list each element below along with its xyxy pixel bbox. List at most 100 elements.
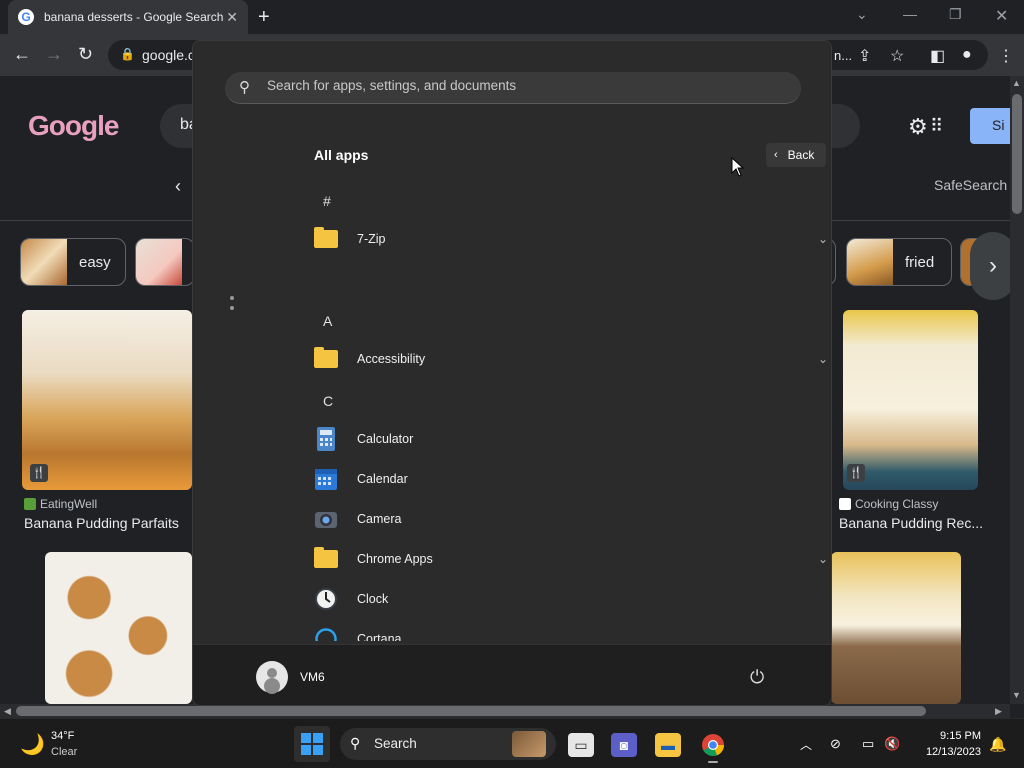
all-apps-list[interactable]: # 7-Zip ⌄ A Accessibility ⌄ C Calculator… — [303, 179, 831, 641]
side-panel-icon[interactable]: ◧ — [930, 46, 945, 66]
close-window-button[interactable]: ✕ — [995, 6, 1008, 26]
mouse-cursor-icon — [731, 157, 745, 177]
result-image-parfaits[interactable] — [22, 310, 192, 490]
app-chrome-apps[interactable]: Chrome Apps ⌄ — [313, 539, 831, 579]
letter-header-a[interactable]: A — [323, 313, 332, 329]
chevron-up-icon[interactable]: ︿ — [800, 736, 812, 753]
weather-temperature[interactable]: 34°F — [51, 730, 74, 742]
app-calculator[interactable]: Calculator — [313, 419, 831, 459]
taskbar-search[interactable]: ⚲ Search — [340, 728, 556, 760]
gear-icon[interactable]: ⚙ — [908, 114, 928, 140]
user-name[interactable]: VM6 — [300, 670, 325, 684]
scroll-right-icon[interactable]: ▶ — [995, 706, 1002, 717]
scroll-left-icon[interactable]: ◀ — [4, 706, 11, 717]
network-icon[interactable]: ⊘ — [830, 736, 841, 752]
search-icon: ⚲ — [239, 79, 250, 96]
chip-thumbnail — [21, 239, 67, 285]
windows-logo-icon — [301, 733, 323, 755]
task-view-icon[interactable]: ▭ — [568, 733, 594, 757]
chip-fried[interactable]: fried — [846, 238, 952, 286]
eatingwell-favicon-icon — [24, 498, 36, 510]
app-cortana[interactable]: Cortana — [313, 619, 831, 641]
apps-grid-icon[interactable]: ⠿ — [930, 116, 943, 137]
app-calendar[interactable]: Calendar — [313, 459, 831, 499]
back-arrow-icon[interactable]: ← — [13, 44, 31, 65]
chip-thumbnail — [136, 239, 182, 285]
result-title[interactable]: Banana Pudding Parfaits — [24, 515, 179, 531]
result-source[interactable]: EatingWell — [24, 497, 97, 511]
reload-icon[interactable]: ↻ — [78, 44, 93, 65]
chevron-down-icon[interactable]: ⌄ — [813, 232, 831, 246]
profile-icon[interactable]: ● — [962, 46, 972, 64]
search-icon: ⚲ — [350, 735, 361, 751]
app-name: Calendar — [357, 472, 408, 486]
browser-menu-icon[interactable]: ⋮ — [998, 46, 1014, 66]
start-footer: VM6 ⏻ — [193, 644, 831, 705]
chrome-icon[interactable] — [700, 733, 726, 757]
chip-thumbnail — [847, 239, 893, 285]
clock-time[interactable]: 9:15 PM — [919, 730, 981, 742]
result-title[interactable]: Banana Pudding Rec... — [839, 515, 983, 531]
chip-easy[interactable]: easy — [20, 238, 126, 286]
clock-date[interactable]: 12/13/2023 — [919, 746, 981, 758]
all-apps-title: All apps — [314, 147, 369, 163]
tab-close-icon[interactable]: ✕ — [226, 9, 238, 26]
start-search-box[interactable]: ⚲ — [225, 72, 801, 104]
scroll-down-icon[interactable]: ▼ — [1012, 690, 1021, 700]
back-button-label: Back — [787, 148, 815, 162]
display-icon[interactable]: ▭ — [862, 736, 874, 752]
chip-label: easy — [79, 253, 111, 271]
letter-header-c[interactable]: C — [323, 393, 333, 409]
recipe-badge-icon: 🍴 — [30, 464, 48, 482]
chip-partial[interactable] — [135, 238, 195, 286]
app-name: 7-Zip — [357, 232, 386, 246]
result-image-pudding[interactable] — [843, 310, 978, 490]
start-search-input[interactable] — [267, 78, 767, 93]
app-accessibility[interactable]: Accessibility ⌄ — [313, 339, 831, 379]
back-button[interactable]: ‹ Back — [766, 143, 826, 167]
share-icon[interactable]: ⇪ — [858, 46, 871, 66]
app-clock[interactable]: Clock — [313, 579, 831, 619]
chevron-left-icon: ‹ — [774, 149, 778, 161]
result-source[interactable]: Cooking Classy — [839, 497, 938, 511]
power-icon[interactable]: ⏻ — [750, 667, 764, 688]
bookmark-star-icon[interactable]: ☆ — [890, 46, 904, 66]
horizontal-scrollbar-thumb[interactable] — [16, 706, 926, 716]
app-name: Clock — [357, 592, 389, 606]
app-7zip[interactable]: 7-Zip ⌄ — [313, 219, 831, 259]
app-name: Camera — [357, 512, 402, 526]
lock-icon: 🔒 — [120, 47, 135, 61]
chevron-down-icon[interactable]: ⌄ — [813, 352, 831, 366]
google-doodle-logo[interactable]: Google — [28, 110, 119, 142]
folder-icon — [313, 346, 339, 372]
search-highlight-image — [512, 731, 546, 757]
file-explorer-icon[interactable]: ▬ — [655, 733, 681, 757]
scroll-indicator[interactable] — [230, 296, 234, 316]
app-camera[interactable]: Camera — [313, 499, 831, 539]
browser-tab[interactable]: G banana desserts - Google Search ✕ — [8, 0, 248, 34]
notification-bell-icon[interactable]: 🔔 — [989, 736, 1006, 753]
result-source-name: EatingWell — [40, 497, 98, 511]
result-image-bars[interactable] — [45, 552, 192, 704]
letter-header-hash[interactable]: # — [323, 193, 331, 209]
user-avatar[interactable] — [256, 661, 288, 693]
restore-button[interactable]: ❐ — [949, 6, 962, 23]
new-tab-button[interactable]: + — [258, 6, 270, 29]
minimize-button[interactable]: — — [903, 6, 917, 22]
scroll-up-icon[interactable]: ▲ — [1012, 78, 1021, 88]
forward-arrow-icon[interactable]: → — [45, 44, 63, 65]
safesearch-button[interactable]: SafeSearch — [934, 177, 1007, 193]
chevron-down-icon[interactable]: ⌄ — [813, 552, 831, 566]
vertical-scrollbar-thumb[interactable] — [1012, 94, 1022, 214]
chip-label: fried — [905, 253, 935, 271]
volume-muted-icon[interactable]: 🔇 — [884, 736, 900, 752]
chevron-left-icon[interactable]: ‹ — [175, 176, 181, 197]
start-menu: ⚲ All apps ‹ Back # 7-Zip ⌄ A Accessibil… — [192, 40, 832, 706]
moon-weather-icon[interactable]: 🌙 — [20, 732, 45, 757]
camera-icon — [313, 506, 339, 532]
weather-description[interactable]: Clear — [51, 746, 77, 758]
tab-title: banana desserts - Google Search — [44, 10, 224, 24]
tab-search-chevron-icon[interactable]: ⌄ — [856, 6, 868, 23]
result-image-cake[interactable] — [831, 552, 961, 704]
teams-chat-icon[interactable]: ◙ — [611, 733, 637, 757]
